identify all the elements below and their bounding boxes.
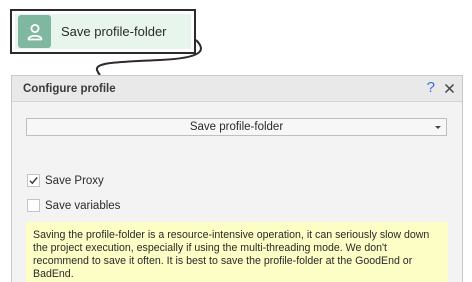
action-node[interactable]: Save profile-folder bbox=[10, 9, 196, 54]
action-select[interactable]: Save profile-folder bbox=[26, 118, 447, 136]
user-profile-icon bbox=[18, 15, 51, 48]
save-proxy-option[interactable]: Save Proxy bbox=[27, 174, 104, 187]
save-variables-label: Save variables bbox=[45, 199, 121, 212]
save-variables-option[interactable]: Save variables bbox=[27, 199, 120, 212]
close-icon[interactable] bbox=[443, 82, 456, 95]
canvas: Save profile-folder Configure profile ? … bbox=[0, 0, 472, 282]
save-proxy-checkbox[interactable] bbox=[27, 174, 40, 187]
action-node-body: Save profile-folder bbox=[15, 14, 191, 49]
dialog-body: Save profile-folder Save Proxy Save vari… bbox=[12, 102, 462, 282]
checkmark-icon bbox=[29, 176, 38, 185]
warning-note: Saving the profile-folder is a resource-… bbox=[26, 222, 448, 282]
dialog-header: Configure profile ? bbox=[12, 76, 462, 102]
chevron-down-icon bbox=[435, 126, 441, 129]
save-variables-checkbox[interactable] bbox=[27, 199, 40, 212]
save-proxy-label: Save Proxy bbox=[45, 174, 104, 187]
action-node-label: Save profile-folder bbox=[61, 24, 167, 39]
dialog-title: Configure profile bbox=[23, 82, 116, 95]
configure-profile-dialog: Configure profile ? Save profile-folder bbox=[11, 75, 463, 282]
action-select-value: Save profile-folder bbox=[189, 121, 284, 133]
help-button[interactable]: ? bbox=[427, 80, 435, 96]
